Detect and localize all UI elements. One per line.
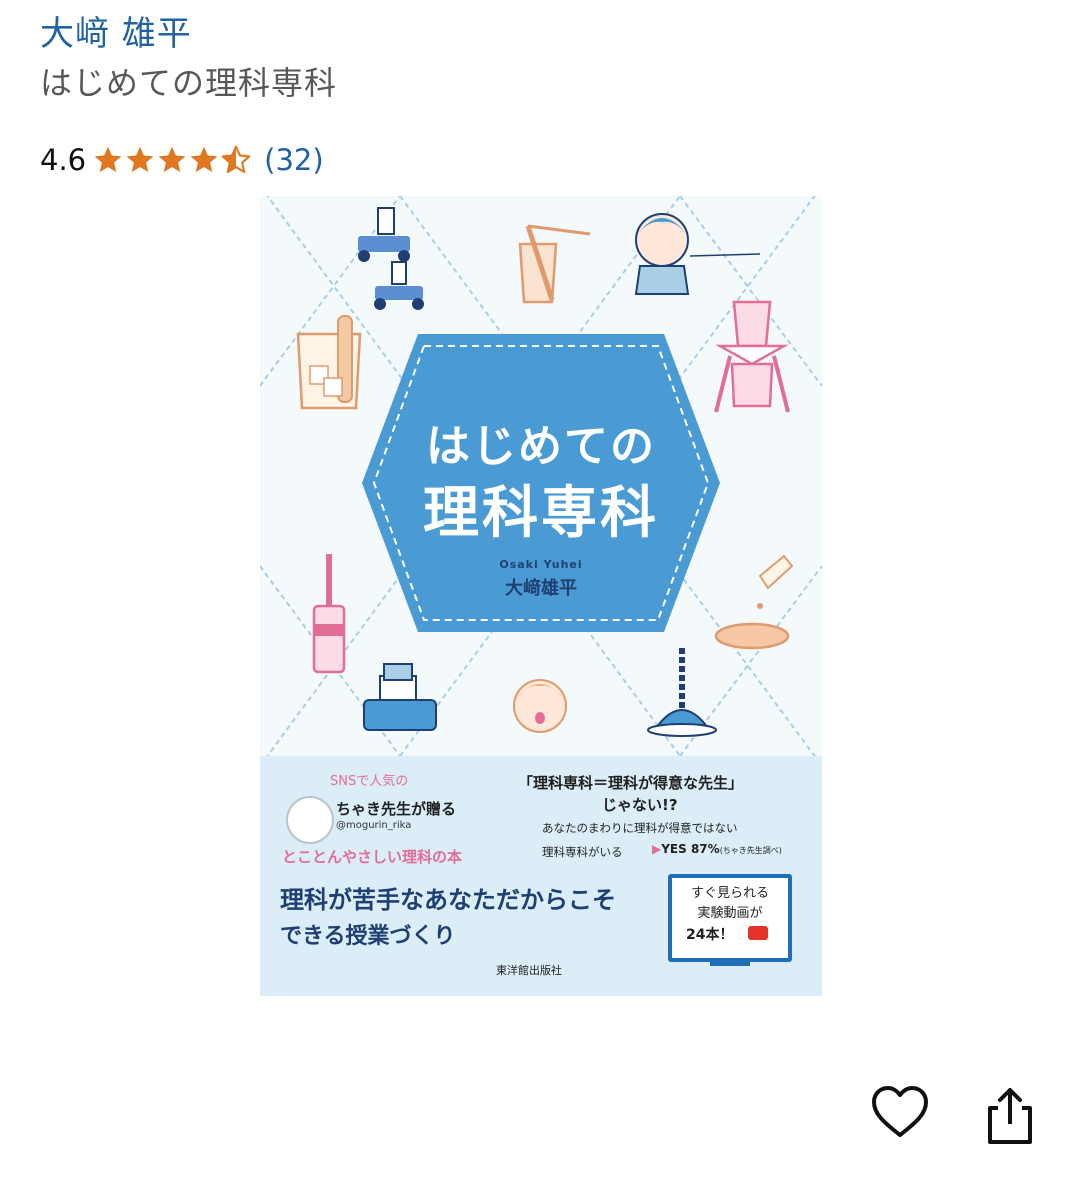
video-line1: すぐ見られる (690, 886, 769, 901)
author-link[interactable]: 大﨑 雄平 (40, 6, 192, 55)
cover-bottom-band: SNSで人気の ちゃき先生が贈る @mogurin_rika とことんやさしい理… (260, 756, 822, 996)
beaker-illustration (518, 224, 591, 304)
test-tube-illustration (312, 554, 346, 674)
sns-tagline: SNSで人気の (330, 774, 409, 789)
easy-book-label: とことんやさしい理科の本 (282, 848, 463, 866)
cover-headline2: できる授業づくり (280, 924, 456, 949)
star-icon (158, 146, 186, 172)
rating-count-link[interactable]: (32) (264, 143, 324, 177)
burner-illustration (363, 663, 437, 731)
cover-author-name: 大﨑雄平 (505, 578, 577, 599)
cover-headline1: 理科が苦手なあなただからこそ (280, 886, 616, 914)
magnet-illustration (647, 648, 717, 737)
star-icon (126, 146, 154, 172)
play-icon (748, 926, 768, 940)
child-illustration (634, 213, 761, 295)
sns-handle: @mogurin_rika (336, 820, 412, 831)
video-monitor: すぐ見られる 実験動画が 24本！ (668, 874, 792, 962)
survey-note: (ちゃき先生調べ) (719, 846, 782, 855)
cover-author-romaji: Osaki Yuhei (499, 558, 583, 571)
quote-line2: じゃない!? (602, 796, 678, 814)
half-star-icon (221, 145, 251, 174)
rating-value: 4.6 (40, 143, 87, 177)
monitor-stand (710, 958, 750, 966)
video-line2: 実験動画が (697, 906, 763, 921)
survey-line2: 理科専科がいる (542, 845, 623, 859)
book-title: はじめての理科専科 (40, 64, 338, 102)
car-illustration (358, 207, 424, 310)
rating-row[interactable]: 4.6 (32) (40, 140, 324, 180)
publisher: 東洋館出版社 (496, 964, 562, 977)
survey-line1: あなたのまわりに理科が得意ではない (542, 821, 738, 835)
cover-title-line1: はじめての (426, 421, 656, 472)
star-icon (94, 146, 122, 172)
heart-outline-icon[interactable] (872, 1085, 928, 1141)
share-icon[interactable] (984, 1086, 1036, 1146)
filter-stand-illustration (714, 300, 790, 413)
star-icon (190, 146, 218, 172)
quote-line1: 「理科専科＝理科が得意な先生」 (518, 774, 744, 792)
book-cover-image[interactable]: はじめての 理科専科 Osaki Yuhei 大﨑雄平 SNSで人気の ちゃき先… (260, 196, 822, 996)
avatar (286, 796, 334, 844)
ice-glass-illustration (296, 315, 362, 410)
survey-yes: YES (661, 842, 687, 856)
video-line3: 24本！ (686, 927, 734, 943)
star-rating (92, 144, 252, 176)
girl-illustration (513, 679, 567, 733)
cover-title-line2: 理科専科 (423, 481, 659, 546)
sns-person: ちゃき先生が贈る (336, 800, 457, 818)
survey-percent: 87% (690, 842, 720, 856)
